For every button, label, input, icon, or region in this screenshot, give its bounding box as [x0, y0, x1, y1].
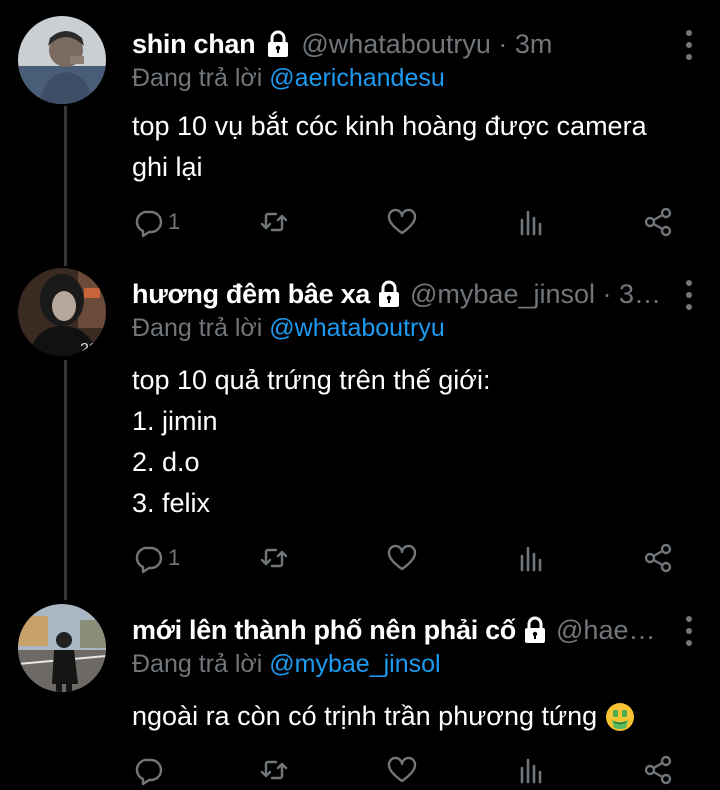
retweet-button[interactable] [258, 204, 290, 240]
avatar[interactable] [18, 16, 106, 104]
display-name[interactable]: shin chan [132, 29, 256, 60]
tweet-1[interactable]: shin chan @whataboutryu · 3m Đang trả lờ… [0, 14, 720, 264]
like-button[interactable] [386, 752, 418, 788]
text-line: top 10 quả trứng trên thế giới: [132, 365, 491, 395]
more-icon[interactable] [684, 280, 694, 310]
replying-to: Đang trả lời @mybae_jinsol [132, 650, 441, 679]
like-button[interactable] [386, 204, 418, 240]
share-button[interactable] [642, 752, 674, 788]
tweet-text: top 10 quả trứng trên thế giới: 1. jimin… [132, 360, 692, 524]
replying-to: Đang trả lời @whataboutryu [132, 314, 445, 343]
tweet-header: hương đêm bâe xa @mybae_jinsol · 3… [132, 274, 664, 314]
retweet-icon [260, 760, 288, 780]
views-button[interactable] [516, 540, 548, 576]
display-name[interactable]: hương đêm bâe xa [132, 279, 370, 310]
reply-button[interactable]: 1 [132, 204, 180, 240]
text-line: 1. jimin [132, 406, 218, 436]
share-icon [644, 207, 672, 237]
reply-icon [135, 546, 163, 574]
reply-to-link[interactable]: @mybae_jinsol [269, 650, 440, 678]
avatar[interactable] [18, 604, 106, 692]
share-button[interactable] [642, 204, 674, 240]
retweet-button[interactable] [258, 540, 290, 576]
display-name[interactable]: mới lên thành phố nên phải cố [132, 615, 516, 646]
like-icon [387, 544, 417, 571]
lock-icon [268, 30, 289, 57]
text-line: ngoài ra còn có trịnh trần phương tứng [132, 696, 692, 737]
views-icon [520, 546, 542, 572]
views-icon [520, 210, 542, 236]
tweet-header: mới lên thành phố nên phải cố @hae… [132, 610, 664, 650]
reply-count: 1 [168, 545, 181, 570]
handle[interactable]: @hae… [556, 615, 655, 646]
reply-button[interactable]: 1 [132, 540, 180, 576]
lock-icon [379, 280, 400, 307]
money-mouth-face-icon [606, 702, 635, 731]
tweet-header: shin chan @whataboutryu · 3m [132, 24, 664, 64]
reply-count: 1 [168, 209, 181, 234]
share-icon [644, 755, 672, 785]
views-button[interactable] [516, 204, 548, 240]
reply-to-link[interactable]: @whataboutryu [269, 314, 444, 342]
views-icon [520, 758, 542, 784]
reply-to-link[interactable]: @aerichandesu [269, 64, 445, 92]
tweet-text: ngoài ra còn có trịnh trần phương tứng [132, 696, 692, 737]
action-bar [132, 752, 692, 788]
reply-icon [135, 758, 163, 786]
text-line: top 10 vụ bắt cóc kinh hoàng được camera [132, 111, 647, 141]
tweet-3[interactable]: mới lên thành phố nên phải cố @hae… Đang… [0, 600, 720, 790]
handle[interactable]: @mybae_jinsol · 3… [410, 279, 661, 310]
replying-to-label: Đang trả lời [132, 314, 270, 342]
retweet-icon [260, 548, 288, 568]
action-bar: 1 [132, 204, 692, 240]
tweet-2[interactable]: 20 hương đêm bâe xa @mybae_jinsol · 3… Đ… [0, 264, 720, 594]
svg-text:20: 20 [80, 341, 98, 356]
reply-icon [135, 210, 163, 238]
text-line-content: ngoài ra còn có trịnh trần phương tứng [132, 701, 598, 731]
action-bar: 1 [132, 540, 692, 576]
avatar[interactable]: 20 [18, 268, 106, 356]
share-icon [644, 543, 672, 573]
replying-to-label: Đang trả lời [132, 650, 270, 678]
like-icon [387, 208, 417, 235]
retweet-button[interactable] [258, 752, 290, 788]
views-button[interactable] [516, 752, 548, 788]
more-icon[interactable] [684, 30, 694, 60]
lock-icon [525, 616, 546, 643]
share-button[interactable] [642, 540, 674, 576]
retweet-icon [260, 212, 288, 232]
like-button[interactable] [386, 540, 418, 576]
handle[interactable]: @whataboutryu · 3m [301, 29, 552, 60]
replying-to-label: Đang trả lời [132, 64, 270, 92]
text-line: 2. d.o [132, 447, 200, 477]
text-line: ghi lại [132, 152, 203, 182]
replying-to: Đang trả lời @aerichandesu [132, 64, 445, 93]
reply-button[interactable] [132, 752, 168, 788]
like-icon [387, 756, 417, 783]
tweet-text: top 10 vụ bắt cóc kinh hoàng được camera… [132, 106, 692, 188]
text-line: 3. felix [132, 488, 211, 518]
more-icon[interactable] [684, 616, 694, 646]
